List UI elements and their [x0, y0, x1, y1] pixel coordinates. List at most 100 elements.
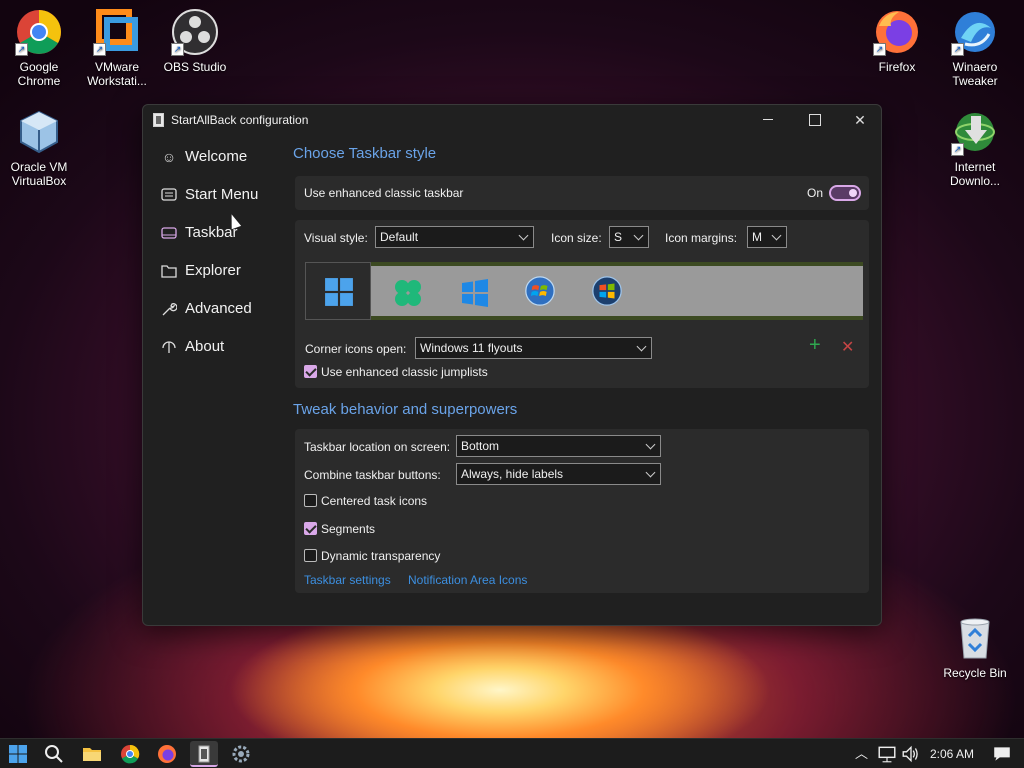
desktop-icon-vmware[interactable]: ↗ VMware Workstati... [78, 8, 156, 88]
chevron-down-icon [518, 230, 529, 241]
combine-buttons-label: Combine taskbar buttons: [304, 468, 441, 482]
desktop-icon-idm[interactable]: ↗ Internet Downlo... [936, 108, 1014, 188]
enhanced-taskbar-state: On [807, 186, 824, 200]
segments-label: Segments [321, 522, 376, 536]
sidebar-item-start-menu[interactable]: Start Menu [157, 181, 277, 211]
sidebar-item-advanced[interactable]: Advanced [157, 295, 277, 325]
icon-margins-label: Icon margins: [665, 231, 738, 245]
firefox-icon[interactable] [157, 744, 177, 764]
enhanced-jumplists-label: Use enhanced classic jumplists [321, 365, 488, 379]
dynamic-transparency-label: Dynamic transparency [321, 549, 441, 563]
shortcut-arrow-icon: ↗ [171, 43, 184, 56]
shortcut-arrow-icon: ↗ [93, 43, 106, 56]
startallback-app-icon [153, 113, 164, 127]
enhanced-taskbar-label: Use enhanced classic taskbar [304, 186, 464, 200]
notifications-icon[interactable] [992, 744, 1012, 764]
sidebar-item-label: Taskbar [185, 224, 238, 241]
chrome-icon[interactable] [120, 744, 140, 764]
startallback-app-icon[interactable] [194, 744, 214, 764]
desktop-icon-label: Internet Downlo... [949, 160, 1001, 188]
icon-margins-select[interactable]: M [747, 226, 787, 248]
windows-11-logo-icon [325, 278, 353, 306]
icon-size-label: Icon size: [551, 231, 602, 245]
style-option-windows-11[interactable] [305, 262, 371, 320]
icon-size-value: S [614, 230, 623, 244]
about-icon [161, 339, 177, 355]
winaero-icon: ↗ [951, 8, 999, 56]
firefox-icon: ↗ [873, 8, 921, 56]
minimize-button[interactable] [745, 105, 791, 135]
chevron-down-icon [771, 230, 782, 241]
folder-icon [161, 263, 177, 279]
add-icon[interactable]: + [809, 334, 821, 357]
sidebar-item-welcome[interactable]: ☺ Welcome [157, 143, 277, 173]
icon-size-select[interactable]: S [609, 226, 649, 248]
search-icon[interactable] [44, 744, 64, 764]
wrench-icon [161, 301, 178, 317]
internet-download-manager-icon: ↗ [951, 108, 999, 156]
title-bar[interactable]: StartAllBack configuration ✕ [143, 105, 881, 135]
chevron-down-icon [645, 467, 656, 478]
sidebar-item-taskbar[interactable]: Taskbar [157, 219, 277, 249]
taskbar-location-value: Bottom [461, 439, 500, 453]
recycle-bin-icon [951, 614, 999, 662]
tweak-behavior-heading: Tweak behavior and superpowers [293, 401, 518, 418]
taskbar: ︿ 2:06 AM [0, 738, 1024, 768]
corner-icons-select[interactable]: Windows 11 flyouts [415, 337, 652, 359]
chevron-down-icon [633, 230, 644, 241]
corner-icons-label: Corner icons open: [305, 342, 407, 356]
sidebar-item-about[interactable]: About [157, 333, 277, 363]
clock[interactable]: 2:06 AM [930, 739, 974, 768]
desktop-icon-recycle-bin[interactable]: Recycle Bin [936, 614, 1014, 680]
centered-task-icons-label: Centered task icons [321, 494, 428, 508]
start-menu-icon [161, 187, 177, 203]
visual-style-select[interactable]: Default [375, 226, 534, 248]
notification-area-icons-link[interactable]: Notification Area Icons [408, 573, 527, 587]
chrome-icon: ↗ [15, 8, 63, 56]
taskbar-location-select[interactable]: Bottom [456, 435, 661, 457]
network-icon[interactable] [877, 744, 897, 764]
taskbar-icon [161, 225, 177, 241]
combine-buttons-value: Always, hide labels [461, 467, 564, 481]
desktop-icon-chrome[interactable]: ↗ Google Chrome [0, 8, 78, 88]
remove-icon[interactable]: ✕ [841, 337, 854, 357]
start-button-icon[interactable] [8, 744, 28, 764]
shortcut-arrow-icon: ↗ [951, 143, 964, 156]
centered-task-icons-checkbox[interactable] [304, 494, 317, 507]
settings-gear-icon[interactable] [231, 744, 251, 764]
tweak-behavior-card: Taskbar location on screen: Bottom Combi… [295, 429, 869, 593]
taskbar-style-card: Visual style: Default Icon size: S Icon … [295, 220, 869, 388]
taskbar-location-label: Taskbar location on screen: [304, 440, 451, 454]
show-hidden-icons-chevron[interactable]: ︿ [855, 739, 868, 768]
desktop-icon-obs[interactable]: ↗ OBS Studio [156, 8, 234, 74]
enhanced-taskbar-card: Use enhanced classic taskbar On [295, 176, 869, 210]
file-explorer-icon[interactable] [82, 744, 102, 764]
enhanced-jumplists-checkbox[interactable] [304, 365, 317, 378]
style-option-windows-7-icon[interactable] [525, 276, 555, 306]
shortcut-arrow-icon: ↗ [951, 43, 964, 56]
visual-style-value: Default [380, 230, 419, 244]
desktop-icon-firefox[interactable]: ↗ Firefox [858, 8, 936, 74]
close-button[interactable]: ✕ [837, 105, 883, 135]
desktop-icon-winaero[interactable]: ↗ Winaero Tweaker [936, 8, 1014, 88]
segments-checkbox[interactable] [304, 522, 317, 535]
sidebar-item-explorer[interactable]: Explorer [157, 257, 277, 287]
taskbar-settings-link[interactable]: Taskbar settings [304, 573, 391, 587]
style-option-butterfly-icon[interactable] [393, 278, 423, 308]
volume-icon[interactable] [901, 744, 921, 764]
enhanced-taskbar-toggle[interactable] [829, 185, 861, 201]
dynamic-transparency-checkbox[interactable] [304, 549, 317, 562]
desktop-icon-virtualbox[interactable]: Oracle VM VirtualBox [0, 108, 78, 188]
icon-margins-value: M [752, 230, 762, 244]
style-option-windows-10-icon[interactable] [460, 278, 490, 308]
startallback-window: StartAllBack configuration ✕ ☺ Welcome S… [142, 104, 882, 626]
visual-style-label: Visual style: [304, 231, 368, 245]
chevron-down-icon [636, 341, 647, 352]
sidebar-item-label: Start Menu [185, 186, 259, 203]
maximize-button[interactable] [791, 105, 837, 135]
window-title: StartAllBack configuration [171, 113, 309, 127]
combine-buttons-select[interactable]: Always, hide labels [456, 463, 661, 485]
taskbar-style-strip [305, 262, 863, 320]
shortcut-arrow-icon: ↗ [873, 43, 886, 56]
style-option-windows-vista-icon[interactable] [592, 276, 622, 306]
